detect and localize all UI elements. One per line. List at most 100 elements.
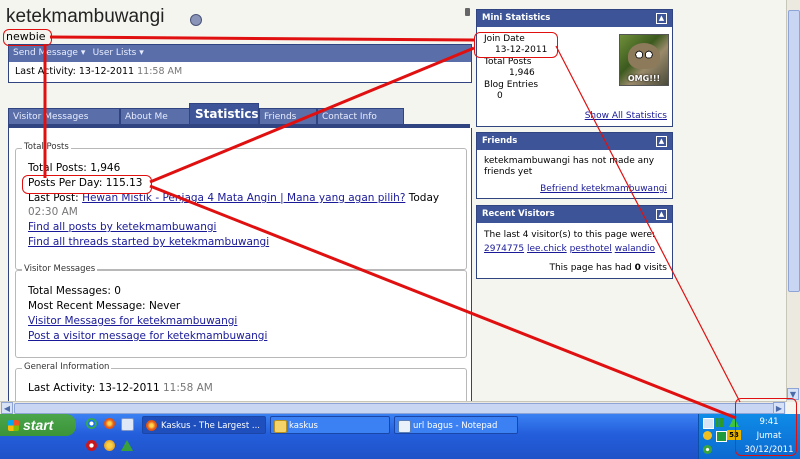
user-lists-menu[interactable]: User Lists ▾ (93, 48, 144, 58)
scroll-marker-icon (465, 8, 470, 16)
general-information-legend: General Information (22, 362, 112, 372)
start-button[interactable]: start (0, 414, 76, 436)
green-triangle-icon[interactable] (121, 440, 133, 451)
annotation-box-usertitle (3, 29, 52, 46)
blog-entries-label: Blog Entries (484, 80, 539, 90)
last-activity-label: Last Activity: (15, 66, 76, 77)
profile-username: ketekmambuwangi (6, 6, 165, 27)
mini-total-posts-label: Total Posts (484, 57, 532, 67)
recent-visitors-title: Recent Visitors (482, 209, 555, 219)
tab-friends[interactable]: Friends (259, 108, 317, 125)
task-label: url bagus - Notepad (413, 421, 498, 431)
avatar: OMG!!! (619, 34, 669, 86)
visitor-messages-for-link[interactable]: Visitor Messages for ketekmambuwangi (28, 315, 237, 327)
statistics-panel: Total Posts Total Posts: 1,946 Posts Per… (8, 128, 472, 409)
network-icon[interactable] (703, 418, 714, 429)
visitor-link[interactable]: lee.chick (527, 244, 567, 254)
task-kaskus-browser[interactable]: Kaskus - The Largest ... (142, 416, 266, 434)
visitor-list: 2974775 lee.chick pesthotel walandio (484, 244, 655, 254)
last-activity-time: 11:58 AM (137, 66, 183, 77)
blog-entries-value: 0 (497, 91, 503, 101)
profile-toolbar: Send Message ▾ User Lists ▾ (8, 44, 472, 63)
mini-statistics-header: Mini Statistics ▲ (477, 10, 672, 27)
annotation-box-posts-per-day (22, 175, 152, 194)
total-posts-label: Total Posts: (28, 162, 87, 174)
visits-prefix: This page has had (549, 263, 632, 273)
task-kaskus-folder[interactable]: kaskus (270, 416, 390, 434)
recent-message-line: Most Recent Message: Never (28, 300, 180, 312)
security-icon[interactable] (703, 431, 712, 440)
folder-shortcut-icon[interactable] (104, 440, 115, 451)
task-label: Kaskus - The Largest ... (161, 421, 261, 431)
last-post-day: Today (408, 192, 440, 204)
desktop-icon[interactable] (121, 418, 134, 431)
tab-visitor-messages[interactable]: Visitor Messages (8, 108, 120, 125)
recent-visitors-header: Recent Visitors ▲ (477, 206, 672, 223)
visitor-link[interactable]: 2974775 (484, 244, 524, 254)
notepad-icon (398, 420, 411, 433)
vertical-scroll-thumb[interactable] (788, 10, 800, 292)
visitor-link[interactable]: pesthotel (570, 244, 612, 254)
annotation-line (49, 35, 475, 42)
visits-number: 0 (634, 263, 641, 273)
scroll-left-arrow-icon[interactable]: ◀ (1, 402, 13, 414)
firefox-icon (146, 420, 157, 431)
start-label: start (23, 417, 54, 433)
collapse-icon[interactable]: ▲ (656, 209, 667, 220)
mini-statistics-box: Mini Statistics ▲ Join Date 13-12-2011 T… (476, 9, 673, 127)
update-icon[interactable] (703, 445, 712, 454)
general-last-activity-line: Last Activity: 13-12-2011 11:58 AM (28, 382, 213, 394)
find-posts-link[interactable]: Find all posts by ketekmambuwangi (28, 221, 216, 233)
total-messages-line: Total Messages: 0 (28, 285, 121, 297)
visits-suffix: visits (643, 263, 667, 273)
mini-statistics-title: Mini Statistics (482, 13, 551, 23)
visitor-link[interactable]: walandio (615, 244, 655, 254)
tab-contact-info[interactable]: Contact Info (317, 108, 404, 125)
cat-face-icon (628, 43, 660, 69)
folder-icon (274, 420, 287, 433)
annotation-box-join-date (474, 32, 558, 58)
show-all-statistics-link[interactable]: Show All Statistics (585, 111, 667, 121)
friends-header: Friends ▲ (477, 133, 672, 150)
send-message-label: Send Message (13, 48, 78, 58)
find-threads-link[interactable]: Find all threads started by ketekmambuwa… (28, 236, 269, 248)
opera-icon[interactable] (86, 440, 97, 451)
friends-box: Friends ▲ ketekmambuwangi has not made a… (476, 132, 673, 199)
last-activity-date: 13-12-2011 (78, 66, 135, 77)
annotation-box-clock (735, 398, 797, 456)
tab-statistics[interactable]: Statistics (189, 103, 259, 125)
task-notepad[interactable]: url bagus - Notepad (394, 416, 518, 434)
recent-message-value: Never (148, 300, 181, 312)
total-posts-legend: Total Posts (22, 142, 71, 152)
friends-text-line1: ketekmambuwangi has not made any (484, 156, 655, 166)
friends-text-line2: friends yet (484, 167, 533, 177)
last-activity-box: Last Activity: 13-12-2011 11:58 AM (8, 62, 472, 83)
green-square-icon[interactable] (716, 431, 727, 442)
total-posts-line: Total Posts: 1,946 (28, 162, 120, 174)
total-posts-value: 1,946 (90, 162, 121, 174)
post-visitor-message-link[interactable]: Post a visitor message for ketekmambuwan… (28, 330, 267, 342)
chrome-icon[interactable] (86, 418, 97, 429)
send-message-menu[interactable]: Send Message ▾ (13, 48, 85, 58)
friends-title: Friends (482, 136, 518, 146)
general-last-activity-date: 13-12-2011 (98, 382, 160, 394)
recent-message-label: Most Recent Message: (28, 300, 146, 312)
visitor-messages-legend: Visitor Messages (22, 264, 98, 274)
mini-total-posts-value: 1,946 (509, 68, 535, 78)
recent-visitors-box: Recent Visitors ▲ The last 4 visitor(s) … (476, 205, 673, 279)
avatar-caption: OMG!!! (627, 74, 661, 83)
windows-flag-icon (8, 420, 19, 431)
signal-icon[interactable] (715, 418, 724, 427)
online-status-icon (190, 14, 202, 26)
total-messages-value: 0 (114, 285, 121, 297)
user-lists-label: User Lists (92, 48, 137, 58)
general-last-activity-time: 11:58 AM (162, 382, 213, 394)
collapse-icon[interactable]: ▲ (656, 13, 667, 24)
horizontal-scroll-thumb[interactable] (14, 403, 776, 414)
collapse-icon[interactable]: ▲ (656, 136, 667, 147)
tab-about-me[interactable]: About Me (120, 108, 190, 125)
general-last-activity-label: Last Activity: (28, 382, 96, 394)
befriend-link[interactable]: Befriend ketekmambuwangi (540, 184, 667, 194)
last-post-time: 02:30 AM (28, 206, 78, 218)
firefox-icon[interactable] (104, 418, 115, 429)
